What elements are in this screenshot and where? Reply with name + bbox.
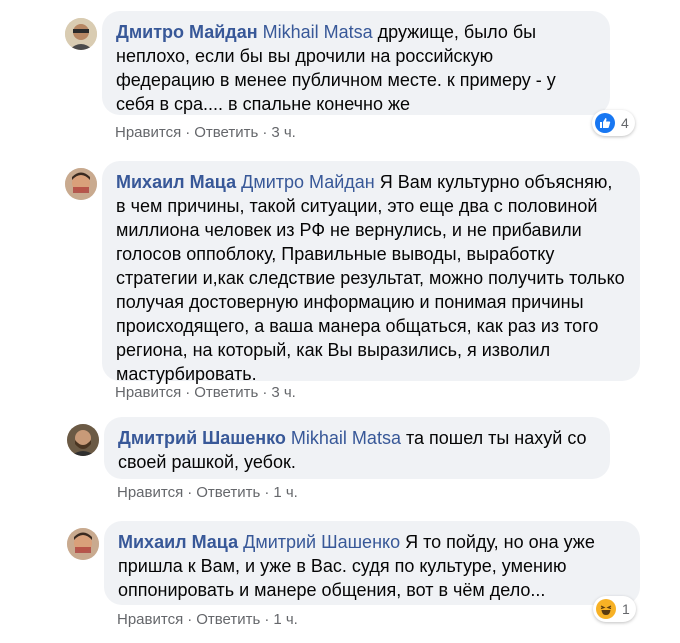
reply-button[interactable]: Ответить xyxy=(196,611,260,628)
reaction-summary[interactable]: 1 xyxy=(593,596,636,622)
comment-author[interactable]: Дмитрий Шашенко xyxy=(118,428,286,448)
comment-mention[interactable]: Дмитро Майдан xyxy=(241,172,375,192)
separator: · xyxy=(185,384,191,401)
comment-text: Я Вам культурно объясняю, в чем причины,… xyxy=(116,172,625,384)
separator: · xyxy=(185,124,191,141)
comment-bubble: Михаил Маца Дмитрий Шашенко Я то пойду, … xyxy=(104,521,640,605)
timestamp-link[interactable]: 3 ч. xyxy=(271,124,296,141)
comment-actions: Нравится · Ответить · 1 ч. xyxy=(117,483,298,503)
comment-actions: Нравится · Ответить · 1 ч. xyxy=(117,610,298,630)
reaction-count: 4 xyxy=(621,115,629,131)
comment-mention[interactable]: Дмитрий Шашенко xyxy=(243,532,400,552)
comment-author[interactable]: Михаил Маца xyxy=(116,172,236,192)
timestamp-link[interactable]: 1 ч. xyxy=(273,484,298,501)
avatar[interactable] xyxy=(67,424,99,456)
like-icon xyxy=(595,113,615,133)
reply-button[interactable]: Ответить xyxy=(194,124,258,141)
comment-bubble: Михаил Маца Дмитро Майдан Я Вам культурн… xyxy=(102,161,640,384)
separator: · xyxy=(262,124,268,141)
comment-bubble: Дмитрий Шашенко Mikhail Matsa та пошел т… xyxy=(104,417,610,479)
comment-mention[interactable]: Mikhail Matsa xyxy=(291,428,401,448)
comment-actions: Нравится · Ответить · 3 ч. xyxy=(115,383,296,403)
separator: · xyxy=(187,484,193,501)
comment-author[interactable]: Дмитро Майдан xyxy=(116,22,258,42)
reaction-summary[interactable]: 4 xyxy=(592,110,635,136)
like-button[interactable]: Нравится xyxy=(117,484,183,501)
separator: · xyxy=(264,611,270,628)
timestamp-link[interactable]: 1 ч. xyxy=(273,611,298,628)
haha-icon xyxy=(596,599,616,619)
timestamp-link[interactable]: 3 ч. xyxy=(271,384,296,401)
reaction-count: 1 xyxy=(622,601,630,617)
comment-mention[interactable]: Mikhail Matsa xyxy=(263,22,373,42)
avatar[interactable] xyxy=(65,18,97,50)
comment-author[interactable]: Михаил Маца xyxy=(118,532,238,552)
avatar[interactable] xyxy=(67,528,99,560)
separator: · xyxy=(264,484,270,501)
comment-actions: Нравится · Ответить · 3 ч. xyxy=(115,123,296,143)
like-button[interactable]: Нравится xyxy=(115,384,181,401)
reply-button[interactable]: Ответить xyxy=(194,384,258,401)
comment-bubble: Дмитро Майдан Mikhail Matsa дружище, был… xyxy=(102,11,610,115)
like-button[interactable]: Нравится xyxy=(117,611,183,628)
avatar[interactable] xyxy=(65,168,97,200)
like-button[interactable]: Нравится xyxy=(115,124,181,141)
separator: · xyxy=(262,384,268,401)
reply-button[interactable]: Ответить xyxy=(196,484,260,501)
separator: · xyxy=(187,611,193,628)
